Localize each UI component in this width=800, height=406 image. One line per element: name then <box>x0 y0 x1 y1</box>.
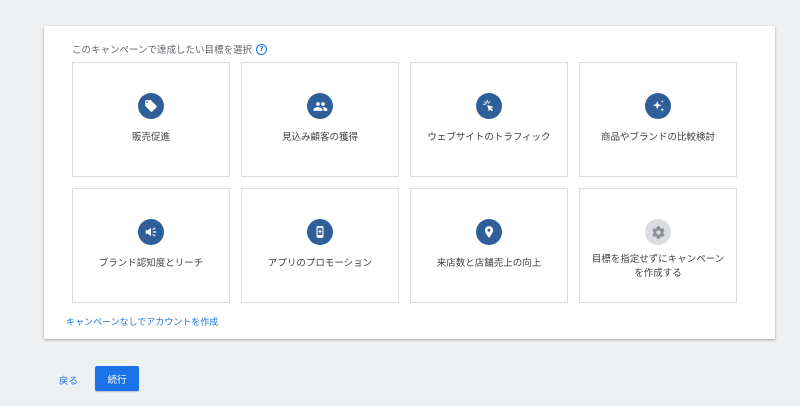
help-circle-icon[interactable]: ? <box>256 43 268 55</box>
tag-icon <box>138 93 164 119</box>
goal-tile-label: ウェブサイトのトラフィック <box>427 132 551 143</box>
goal-tile-website-traffic[interactable]: ウェブサイトのトラフィック <box>410 62 568 177</box>
megaphone-icon <box>138 219 164 245</box>
sparkle-icon <box>645 93 671 119</box>
cursor-click-icon <box>476 93 502 119</box>
goal-tile-label: 商品やブランドの比較検討 <box>600 132 715 143</box>
goal-tile-label: アプリのプロモーション <box>267 258 373 269</box>
people-icon <box>307 93 333 119</box>
location-pin-icon <box>476 219 502 245</box>
goal-tile-leads[interactable]: 見込み顧客の獲得 <box>241 62 399 177</box>
goal-tile-no-goal[interactable]: 目標を指定せずにキャンペーンを作成する <box>579 188 737 303</box>
goal-prompt: このキャンペーンで達成したい目標を選択 ? <box>72 42 268 56</box>
goal-tile-sales[interactable]: 販売促進 <box>72 62 230 177</box>
continue-button[interactable]: 続行 <box>95 366 139 391</box>
goal-tile-grid: 販売促進 見込み顧客の獲得 ウェブサイトのトラフィック 商品やブランドの比較検討… <box>72 62 737 303</box>
page: このキャンペーンで達成したい目標を選択 ? 販売促進 見込み顧客の獲得 ウェブサ… <box>0 0 800 406</box>
goal-tile-app-promotion[interactable]: アプリのプロモーション <box>241 188 399 303</box>
no-campaign-link[interactable]: キャンペーンなしでアカウントを作成 <box>66 315 218 328</box>
back-link[interactable]: 戻る <box>59 373 78 387</box>
goal-tile-local-store-visits[interactable]: 来店数と店舗売上の向上 <box>410 188 568 303</box>
goal-tile-brand-awareness[interactable]: ブランド認知度とリーチ <box>72 188 230 303</box>
gear-icon <box>645 219 671 245</box>
goal-tile-label: 来店数と店舗売上の向上 <box>436 258 542 269</box>
goal-tile-label: 目標を指定せずにキャンペーンを作成する <box>591 254 725 279</box>
goal-tile-label: 見込み顧客の獲得 <box>281 132 358 143</box>
campaign-goal-card: このキャンペーンで達成したい目標を選択 ? 販売促進 見込み顧客の獲得 ウェブサ… <box>44 26 775 339</box>
goal-tile-label: ブランド認知度とリーチ <box>98 258 204 269</box>
goal-tile-consideration[interactable]: 商品やブランドの比較検討 <box>579 62 737 177</box>
goal-prompt-text: このキャンペーンで達成したい目標を選択 <box>72 45 253 56</box>
goal-tile-label: 販売促進 <box>131 132 170 143</box>
phone-icon <box>307 219 333 245</box>
